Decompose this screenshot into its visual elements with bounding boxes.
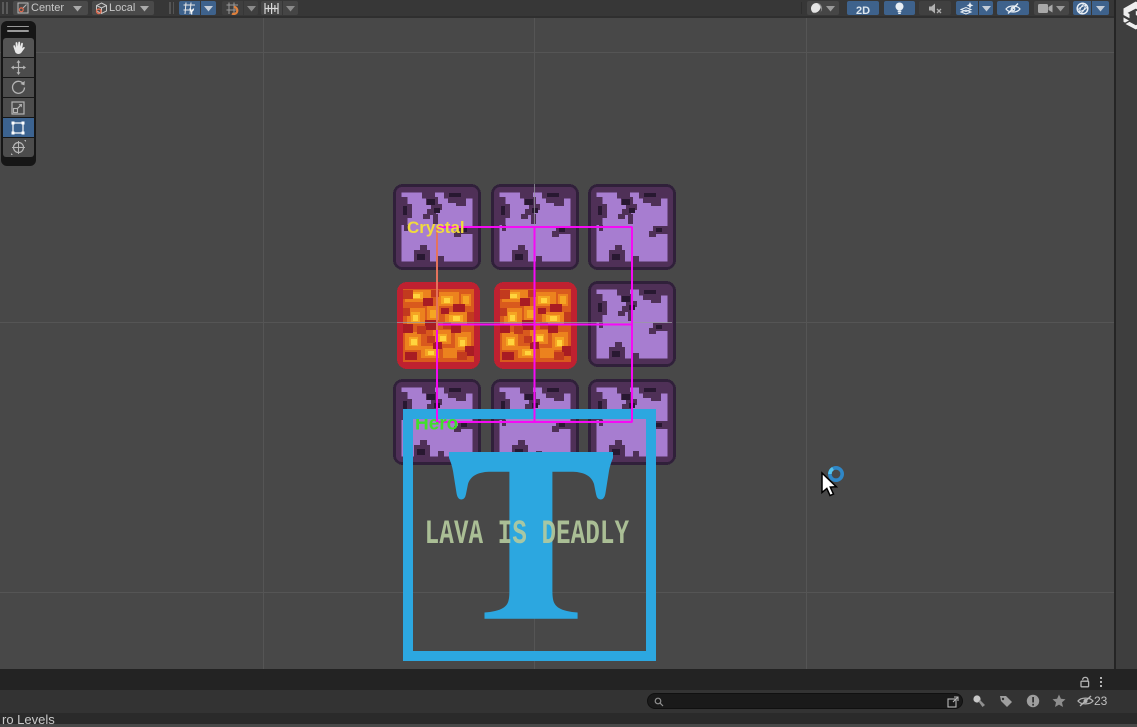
svg-text:Y: Y bbox=[189, 8, 195, 16]
svg-text:Crystal: Crystal bbox=[407, 218, 465, 237]
svg-text:LAVA IS DEADLY: LAVA IS DEADLY bbox=[425, 514, 629, 553]
